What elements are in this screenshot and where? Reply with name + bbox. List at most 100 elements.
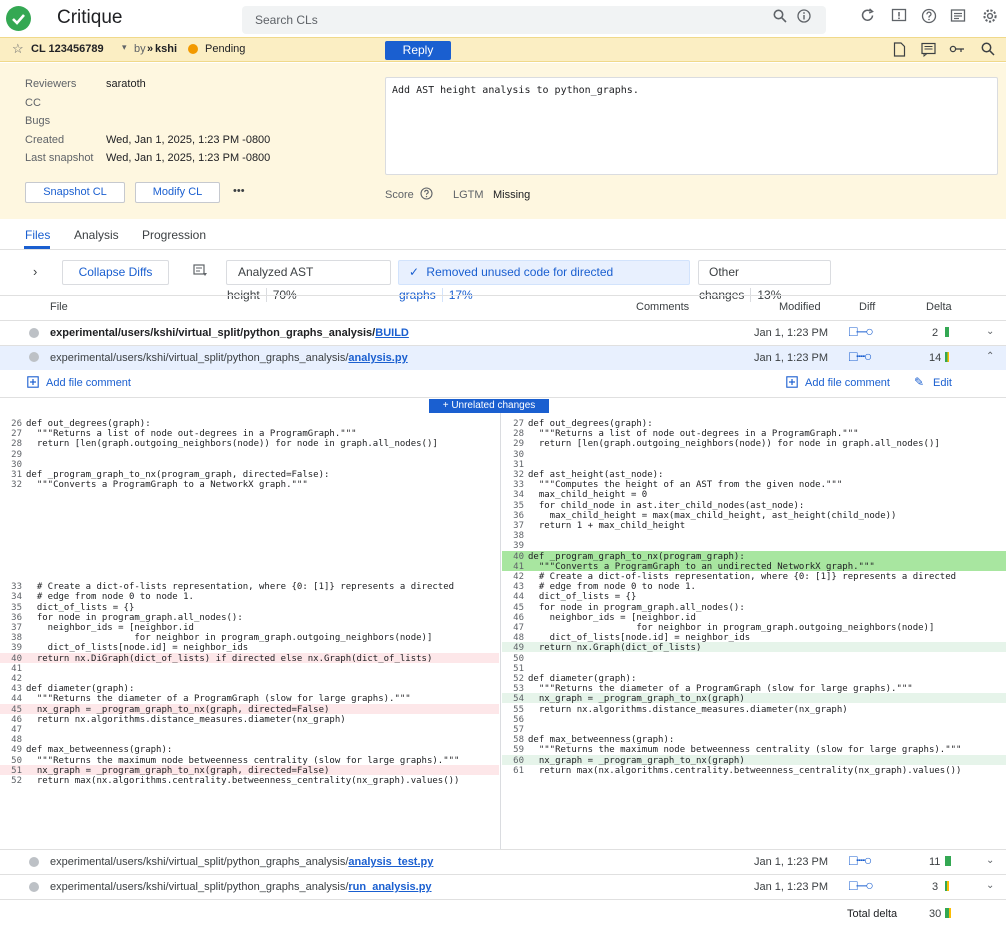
line-number[interactable]: 36 xyxy=(506,511,524,521)
code-line[interactable]: """Converts a ProgramGraph to a NetworkX… xyxy=(26,480,308,490)
file-path[interactable]: experimental/users/kshi/virtual_split/py… xyxy=(50,856,433,868)
code-line[interactable]: return nx.DiGraph(dict_of_lists) if dire… xyxy=(26,654,433,664)
code-line[interactable]: def _program_graph_to_nx(program_graph, … xyxy=(26,470,329,480)
code-line[interactable]: return nx.Graph(dict_of_lists) xyxy=(528,643,702,653)
snapshot-cl-button[interactable]: Snapshot CL xyxy=(25,182,125,203)
line-number[interactable]: 56 xyxy=(506,715,524,725)
star-icon[interactable]: ☆ xyxy=(12,41,24,57)
line-number[interactable]: 47 xyxy=(4,725,22,735)
info-icon[interactable] xyxy=(794,9,814,27)
line-number[interactable]: 33 xyxy=(506,480,524,490)
collapse-diffs-button[interactable]: Collapse Diffs xyxy=(62,260,169,285)
line-number[interactable]: 52 xyxy=(506,674,524,684)
line-number[interactable]: 43 xyxy=(506,582,524,592)
cl-description[interactable]: Add AST height analysis to python_graphs… xyxy=(385,77,998,175)
find-icon[interactable] xyxy=(981,42,995,59)
line-number[interactable]: 37 xyxy=(506,521,524,531)
code-line[interactable]: # Create a dict-of-lists representation,… xyxy=(528,572,956,582)
code-line[interactable]: return nx.algorithms.distance_measures.d… xyxy=(528,705,848,715)
code-line[interactable]: """Returns the diameter of a ProgramGrap… xyxy=(26,694,411,704)
edit-pencil-icon[interactable]: ✎ xyxy=(914,375,924,389)
modify-cl-button[interactable]: Modify CL xyxy=(135,182,220,203)
line-number[interactable]: 35 xyxy=(506,501,524,511)
reply-button[interactable]: Reply xyxy=(385,41,451,60)
code-line[interactable]: max_child_height = 0 xyxy=(528,490,647,500)
tab-files[interactable]: Files xyxy=(25,228,50,242)
code-line[interactable]: def ast_height(ast_node): xyxy=(528,470,663,480)
tab-analysis[interactable]: Analysis xyxy=(74,228,119,242)
cl-menu-chevron-icon[interactable]: ▾ xyxy=(122,42,127,53)
code-line[interactable]: for neighbor in program_graph.outgoing_n… xyxy=(26,633,432,643)
line-number[interactable]: 28 xyxy=(506,429,524,439)
code-line[interactable]: for node in program_graph.all_nodes(): xyxy=(26,613,243,623)
add-file-comment-left[interactable]: Add file comment xyxy=(46,377,131,389)
line-number[interactable]: 28 xyxy=(4,439,22,449)
line-number[interactable]: 58 xyxy=(506,735,524,745)
chip-other-changes[interactable]: Other changes 13% xyxy=(698,260,831,302)
line-number[interactable]: 61 xyxy=(506,766,524,776)
line-number[interactable]: 39 xyxy=(506,541,524,551)
tab-progression[interactable]: Progression xyxy=(142,228,206,242)
line-number[interactable]: 34 xyxy=(4,592,22,602)
code-line[interactable]: def out_degrees(graph): xyxy=(26,419,151,429)
cl-owner[interactable]: kshi xyxy=(155,43,177,55)
feedback-icon[interactable] xyxy=(889,8,909,28)
line-number[interactable]: 39 xyxy=(4,643,22,653)
expand-row-icon[interactable]: ⌄ xyxy=(986,855,994,866)
line-number[interactable]: 37 xyxy=(4,623,22,633)
line-number[interactable]: 41 xyxy=(506,562,524,572)
code-line[interactable]: for neighbor in program_graph.outgoing_n… xyxy=(528,623,934,633)
key-icon[interactable] xyxy=(949,43,965,58)
add-comment-icon[interactable] xyxy=(786,376,798,391)
file-tree-icon[interactable] xyxy=(193,264,208,280)
line-number[interactable]: 42 xyxy=(506,572,524,582)
expand-row-icon[interactable]: ⌄ xyxy=(986,880,994,891)
chip-analyzed-ast-height[interactable]: Analyzed AST height 70% xyxy=(226,260,391,302)
line-number[interactable]: 49 xyxy=(506,643,524,653)
code-line[interactable]: neighbor_ids = [neighbor.id xyxy=(26,623,194,633)
expand-chevron-icon[interactable]: › xyxy=(33,264,37,279)
code-line[interactable]: def max_betweenness(graph): xyxy=(26,745,172,755)
code-line[interactable]: """Returns a list of node out-degrees in… xyxy=(26,429,357,439)
code-line[interactable]: return [len(graph.outgoing_neighbors(nod… xyxy=(528,439,940,449)
line-number[interactable]: 36 xyxy=(4,613,22,623)
code-line[interactable]: nx_graph = _program_graph_to_nx(graph) xyxy=(528,756,745,766)
code-line[interactable]: dict_of_lists = {} xyxy=(528,592,637,602)
search-icon[interactable] xyxy=(770,9,790,27)
line-number[interactable]: 35 xyxy=(4,603,22,613)
line-number[interactable]: 31 xyxy=(4,470,22,480)
diff-left-pane[interactable]: 26 def out_degrees(graph): 27 """Returns a… xyxy=(0,414,499,849)
line-number[interactable]: 47 xyxy=(506,623,524,633)
code-line[interactable]: def diameter(graph): xyxy=(26,684,134,694)
line-number[interactable]: 59 xyxy=(506,745,524,755)
line-number[interactable]: 29 xyxy=(4,450,22,460)
line-number[interactable]: 45 xyxy=(506,603,524,613)
code-line[interactable]: for node in program_graph.all_nodes(): xyxy=(528,603,745,613)
search-input[interactable] xyxy=(242,6,826,34)
line-number[interactable]: 51 xyxy=(4,766,22,776)
code-line[interactable]: def out_degrees(graph): xyxy=(528,419,653,429)
add-comment-icon[interactable] xyxy=(27,376,39,391)
line-number[interactable]: 41 xyxy=(4,664,22,674)
code-line[interactable]: for child_node in ast.iter_child_nodes(a… xyxy=(528,501,805,511)
line-number[interactable]: 51 xyxy=(506,664,524,674)
file-path[interactable]: experimental/users/kshi/virtual_split/py… xyxy=(50,352,408,364)
code-line[interactable]: return [len(graph.outgoing_neighbors(nod… xyxy=(26,439,438,449)
line-number[interactable]: 44 xyxy=(506,592,524,602)
code-line[interactable]: nx_graph = _program_graph_to_nx(graph, d… xyxy=(26,766,330,776)
diff-link-icon[interactable]: □┈○ xyxy=(849,348,872,365)
code-line[interactable]: return nx.algorithms.distance_measures.d… xyxy=(26,715,346,725)
line-number[interactable]: 52 xyxy=(4,776,22,786)
code-line[interactable]: neighbor_ids = [neighbor.id xyxy=(528,613,696,623)
code-line[interactable]: """Returns the maximum node betweenness … xyxy=(528,745,962,755)
file-icon[interactable] xyxy=(893,42,906,60)
code-line[interactable]: dict_of_lists = {} xyxy=(26,603,135,613)
line-number[interactable]: 49 xyxy=(4,745,22,755)
comments-icon[interactable] xyxy=(921,42,936,60)
diff-right-pane[interactable]: 27 def out_degrees(graph): 28 """Returns a… xyxy=(502,414,1006,849)
line-number[interactable]: 32 xyxy=(506,470,524,480)
help-icon[interactable] xyxy=(919,8,939,28)
code-line[interactable]: return max(nx.algorithms.centrality.betw… xyxy=(528,766,962,776)
diff-link-icon[interactable]: □─○ xyxy=(849,877,874,893)
code-line[interactable]: # Create a dict-of-lists representation,… xyxy=(26,582,454,592)
